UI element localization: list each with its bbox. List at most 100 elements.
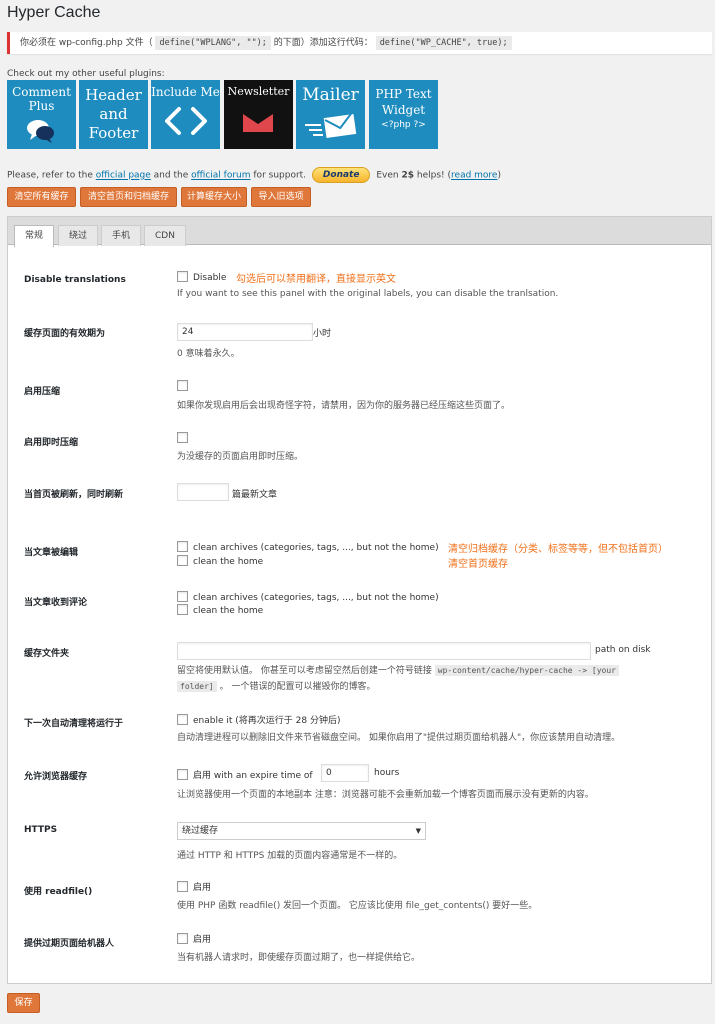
tab-bar: 常规 绕过 手机 CDN [8, 217, 711, 247]
support-line: Please, refer to the official page and t… [7, 167, 501, 183]
compute-cache-size-button[interactable]: 计算缓存大小 [181, 187, 247, 207]
compression-checkbox[interactable] [177, 380, 188, 391]
support-text: Please, refer to the [7, 170, 93, 181]
plugin-tile-include-me[interactable]: Include Me [151, 80, 220, 149]
on-the-fly-option[interactable] [177, 432, 193, 444]
post-commented-home-checkbox[interactable] [177, 604, 188, 615]
tile-title: Comment Plus [12, 85, 71, 113]
post-commented-label: 当文章收到评论 [24, 598, 88, 608]
home-refresh-unit: 篇最新文章 [232, 490, 278, 500]
bots-option[interactable]: 启用 [177, 932, 211, 945]
clear-all-cache-button[interactable]: 清空所有缓存 [7, 187, 76, 207]
readfile-option[interactable]: 启用 [177, 880, 211, 893]
symlink-code: wp-content/cache/hyper-cache -> [your [434, 665, 619, 676]
donate-button[interactable]: Donate [311, 167, 371, 183]
https-select[interactable]: 绕过缓存 ▼ [177, 822, 426, 840]
notice-text-before: 你必须在 wp-config.php 文件（ [20, 38, 153, 48]
annotation-clear-archives: 清空归档缓存（分类、标签等等，但不包括首页） [448, 544, 668, 555]
desc-text: 留空将使用默认值。 你甚至可以考虑留空然后创建一个符号链接 [177, 666, 432, 676]
plugin-tile-php-text-widget[interactable]: PHP Text Widget <?php ?> [369, 80, 438, 149]
option-label: enable it (将再次运行于 28 分钟后) [193, 716, 341, 726]
readfile-checkbox[interactable] [177, 881, 188, 892]
tab-bypass[interactable]: 绕过 [58, 225, 99, 246]
tile-title: PHP Text Widget [375, 87, 432, 117]
bots-checkbox[interactable] [177, 933, 188, 944]
option-label: 启用 [193, 935, 212, 945]
cache-lifetime-label: 缓存页面的有效期为 [24, 329, 106, 339]
tab-mobile[interactable]: 手机 [101, 225, 142, 246]
envelope-icon [243, 114, 273, 132]
cache-lifetime-input[interactable] [177, 323, 313, 341]
tab-general[interactable]: 常规 [14, 225, 55, 247]
clear-home-archive-cache-button[interactable]: 清空首页和归档缓存 [80, 187, 177, 207]
autoclean-option[interactable]: enable it (将再次运行于 28 分钟后) [177, 713, 340, 726]
browser-cache-unit: hours [374, 768, 400, 778]
autoclean-label: 下一次自动清理将运行于 [24, 719, 124, 729]
official-page-link[interactable]: official page [96, 171, 151, 181]
tile-title: Mailer [302, 85, 359, 105]
option-label: clean the home [193, 606, 264, 616]
plugin-tile-mailer[interactable]: Mailer [296, 80, 365, 149]
official-forum-link[interactable]: official forum [191, 171, 250, 181]
support-amount: 2$ [401, 170, 415, 181]
post-edited-home-checkbox[interactable] [177, 555, 188, 566]
notice-text-middle: 的下面）添加这行代码： [273, 38, 373, 48]
post-commented-archives-checkbox[interactable] [177, 591, 188, 602]
chevron-down-icon: ▼ [415, 827, 421, 835]
plugin-tile-comment-plus[interactable]: Comment Plus [7, 80, 76, 149]
read-more-link[interactable]: read more [451, 171, 497, 181]
tab-cdn[interactable]: CDN [144, 225, 186, 246]
save-button[interactable]: 保存 [7, 993, 40, 1013]
disable-translations-option[interactable]: Disable [177, 271, 226, 283]
post-edited-archives-checkbox[interactable] [177, 541, 188, 552]
import-old-options-button[interactable]: 导入旧选项 [251, 187, 311, 207]
cache-folder-input[interactable] [177, 642, 591, 660]
cache-folder-desc-2: folder] 。 一个错误的配置可以摧毁你的博客。 [177, 679, 375, 692]
browser-cache-label: 允许浏览器缓存 [24, 772, 88, 782]
support-text: Even [376, 170, 399, 181]
post-commented-archives-option[interactable]: clean archives (categories, tags, ..., b… [177, 591, 439, 603]
option-label: clean archives (categories, tags, ..., b… [193, 593, 439, 603]
plugins-label: Check out my other useful plugins: [7, 69, 165, 79]
home-refresh-input[interactable] [177, 483, 229, 501]
on-the-fly-checkbox[interactable] [177, 432, 188, 443]
disable-translations-checkbox[interactable] [177, 271, 188, 282]
support-text: for support. [253, 170, 307, 181]
home-refresh-label: 当首页被刷新，同时刷新 [24, 490, 124, 500]
php-tag-icon: <?php ?> [381, 120, 426, 130]
option-label: 启用 [193, 883, 212, 893]
browser-cache-checkbox[interactable] [177, 769, 188, 780]
bots-desc: 当有机器人请求时，即使缓存页面过期了，也一样提供给它。 [177, 953, 421, 963]
readfile-desc: 使用 PHP 函数 readfile() 发回一个页面。 它应该比使用 file… [177, 901, 538, 911]
support-text: and the [153, 170, 189, 181]
cache-lifetime-unit: 小时 [313, 329, 332, 339]
support-text: helps! [416, 170, 445, 181]
post-edited-home-option[interactable]: clean the home [177, 555, 263, 567]
plugin-tile-newsletter[interactable]: Newsletter [224, 80, 293, 149]
https-label: HTTPS [24, 825, 58, 835]
cache-lifetime-desc: 0 意味着永久。 [177, 349, 240, 359]
browser-cache-desc: 让浏览器使用一个页面的本地副本 注意：浏览器可能不会重新加载一个博客页面而展示没… [177, 790, 594, 800]
tile-title: Newsletter [227, 85, 290, 98]
disable-translations-desc: If you want to see this panel with the o… [177, 289, 559, 299]
https-desc: 通过 HTTP 和 HTTPS 加载的页面内容通常是不一样的。 [177, 851, 403, 861]
autoclean-desc: 自动清理进程可以删除旧文件来节省磁盘空间。 如果你启用了"提供过期页面给机器人"… [177, 733, 621, 743]
https-select-value: 绕过缓存 [182, 826, 219, 836]
wp-config-notice: 你必须在 wp-config.php 文件（ define("WPLANG", … [7, 32, 712, 54]
browser-cache-hours-input[interactable] [321, 764, 369, 782]
plugin-tile-header-footer[interactable]: Header and Footer [79, 80, 148, 149]
symlink-code-end: folder] [177, 681, 217, 692]
browser-cache-option[interactable]: 启用 with an expire time of [177, 768, 313, 781]
readfile-label: 使用 readfile() [24, 887, 93, 897]
post-commented-home-option[interactable]: clean the home [177, 604, 263, 616]
compression-desc: 如果你发现启用后会出现奇怪字符，请禁用，因为你的服务器已经压缩这些页面了。 [177, 401, 511, 411]
option-label: 启用 with an expire time of [193, 771, 313, 781]
cache-folder-desc: 留空将使用默认值。 你甚至可以考虑留空然后创建一个符号链接 wp-content… [177, 663, 619, 676]
autoclean-checkbox[interactable] [177, 714, 188, 725]
post-edited-archives-option[interactable]: clean archives (categories, tags, ..., b… [177, 541, 439, 553]
compression-option[interactable] [177, 380, 193, 392]
tile-title: Header and Footer [85, 86, 142, 142]
annotation-clear-home: 清空首页缓存 [448, 559, 508, 570]
code-brackets-icon [165, 107, 207, 135]
disable-translations-label: Disable translations [24, 275, 126, 285]
